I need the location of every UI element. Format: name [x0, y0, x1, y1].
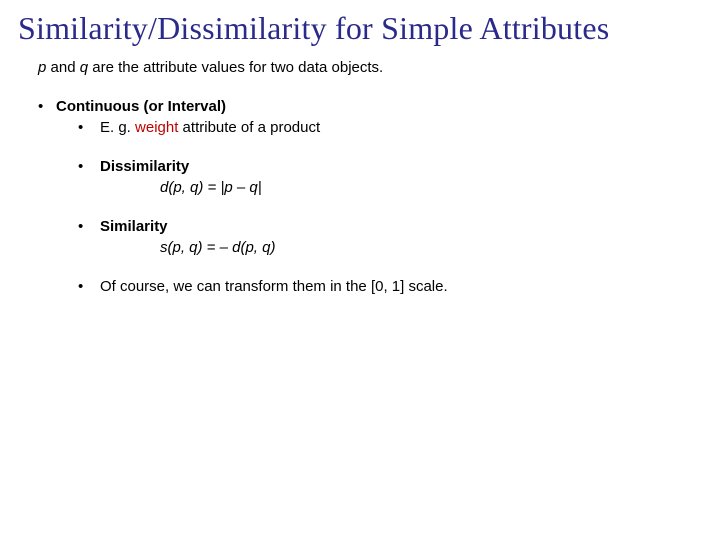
bullet-icon: • [78, 218, 100, 235]
sub-eg: • E. g. weight attribute of a product [78, 119, 702, 136]
transform-text: Of course, we can transform them in the … [100, 278, 448, 295]
slide-title: Similarity/Dissimilarity for Simple Attr… [18, 10, 702, 47]
sub-similarity: • Similarity [78, 218, 702, 235]
slide: Similarity/Dissimilarity for Simple Attr… [0, 0, 720, 540]
eg-prefix: E. g. [100, 119, 135, 136]
bullet-icon: • [78, 119, 100, 136]
sub-eg-text: E. g. weight attribute of a product [100, 119, 320, 136]
eg-suffix: attribute of a product [178, 119, 320, 136]
eg-red: weight [135, 119, 178, 136]
sub-bullets: • E. g. weight attribute of a product • … [78, 119, 702, 295]
bullet-main-text: Continuous (or Interval) [56, 98, 226, 115]
bullet-icon: • [38, 98, 56, 115]
subtitle-and: and [46, 59, 79, 76]
subtitle-rest: are the attribute values for two data ob… [88, 59, 383, 76]
similarity-label: Similarity [100, 218, 168, 235]
bullet-icon: • [78, 278, 100, 295]
sub-dissimilarity: • Dissimilarity [78, 158, 702, 175]
dissimilarity-label: Dissimilarity [100, 158, 189, 175]
bullet-main: • Continuous (or Interval) [38, 98, 702, 115]
bullet-icon: • [78, 158, 100, 175]
similarity-formula: s(p, q) = – d(p, q) [160, 239, 702, 256]
sub-transform: • Of course, we can transform them in th… [78, 278, 702, 295]
var-q: q [80, 59, 88, 76]
subtitle: p and q are the attribute values for two… [38, 59, 702, 76]
dissimilarity-formula: d(p, q) = |p – q| [160, 179, 702, 196]
